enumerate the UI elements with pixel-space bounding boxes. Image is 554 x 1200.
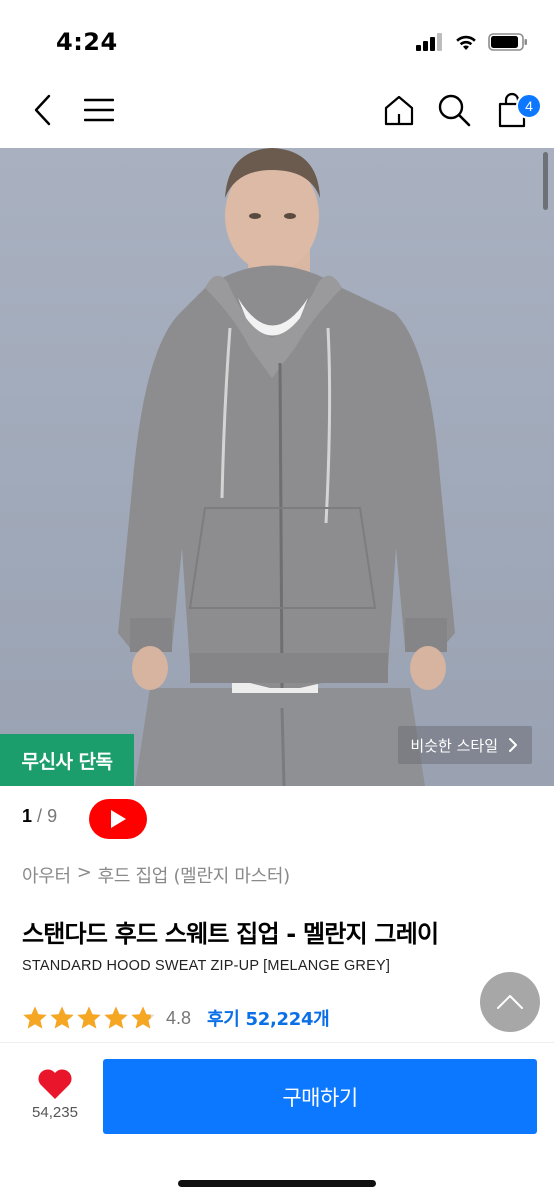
gallery-page-indicator: 1 / 9 xyxy=(22,806,57,827)
rating-stars xyxy=(22,1005,156,1031)
back-button[interactable] xyxy=(26,90,60,130)
chevron-right-icon xyxy=(509,738,517,752)
breadcrumb-subcategory[interactable]: 후드 집업 (멜란지 마스터) xyxy=(98,862,291,888)
breadcrumb: 아우터 > 후드 집업 (멜란지 마스터) xyxy=(22,862,290,888)
breadcrumb-separator: > xyxy=(76,862,92,883)
star-icon xyxy=(77,1006,101,1029)
similar-style-label: 비슷한 스타일 xyxy=(410,736,498,755)
similar-style-button[interactable]: 비슷한 스타일 xyxy=(398,726,532,764)
menu-button[interactable] xyxy=(82,92,116,128)
like-count: 54,235 xyxy=(32,1104,78,1121)
heart-icon xyxy=(38,1069,72,1099)
breadcrumb-category[interactable]: 아우터 xyxy=(22,862,71,888)
chevron-up-icon xyxy=(497,995,523,1009)
star-icon xyxy=(23,1006,47,1029)
search-icon xyxy=(438,94,471,127)
product-title: 스탠다드 후드 스웨트 집업 - 멜란지 그레이 xyxy=(22,920,439,948)
back-icon xyxy=(34,94,51,126)
search-button[interactable] xyxy=(436,92,472,128)
product-image[interactable]: 무신사 단독 비슷한 스타일 xyxy=(0,148,554,786)
gallery-separator: / xyxy=(37,806,43,826)
menu-icon xyxy=(84,98,114,122)
rating-row: 4.8 후기 52,224개 xyxy=(22,1004,330,1032)
play-icon xyxy=(111,810,126,828)
nav-bar: 4 xyxy=(0,80,554,148)
scroll-indicator[interactable] xyxy=(543,152,548,210)
review-count-link[interactable]: 후기 52,224개 xyxy=(207,1005,330,1031)
bottom-bar-divider xyxy=(0,1042,554,1043)
rating-value: 4.8 xyxy=(166,1007,192,1028)
star-icon xyxy=(104,1006,128,1029)
battery-icon xyxy=(488,33,527,51)
status-icons xyxy=(416,33,528,51)
home-icon xyxy=(384,95,414,126)
home-indicator[interactable] xyxy=(178,1180,376,1187)
scroll-to-top-button[interactable] xyxy=(480,972,540,1032)
home-button[interactable] xyxy=(382,92,416,128)
model-photo xyxy=(118,148,455,786)
star-icon xyxy=(50,1006,74,1029)
buy-button[interactable]: 구매하기 xyxy=(103,1059,537,1134)
cart-badge: 4 xyxy=(516,93,542,119)
gallery-current: 1 xyxy=(22,806,33,826)
video-play-button[interactable] xyxy=(89,799,147,839)
status-bar: 4:24 xyxy=(0,0,554,80)
product-subtitle: STANDARD HOOD SWEAT ZIP-UP [MELANGE GREY… xyxy=(22,958,391,974)
signal-icon xyxy=(416,33,442,51)
status-time: 4:24 xyxy=(56,28,118,56)
exclusive-badge: 무신사 단독 xyxy=(0,734,134,786)
gallery-total: 9 xyxy=(47,806,58,826)
cart-button[interactable]: 4 xyxy=(494,90,542,130)
wifi-icon xyxy=(456,35,476,50)
like-button[interactable]: 54,235 xyxy=(20,1068,90,1130)
star-icon xyxy=(131,1006,155,1029)
